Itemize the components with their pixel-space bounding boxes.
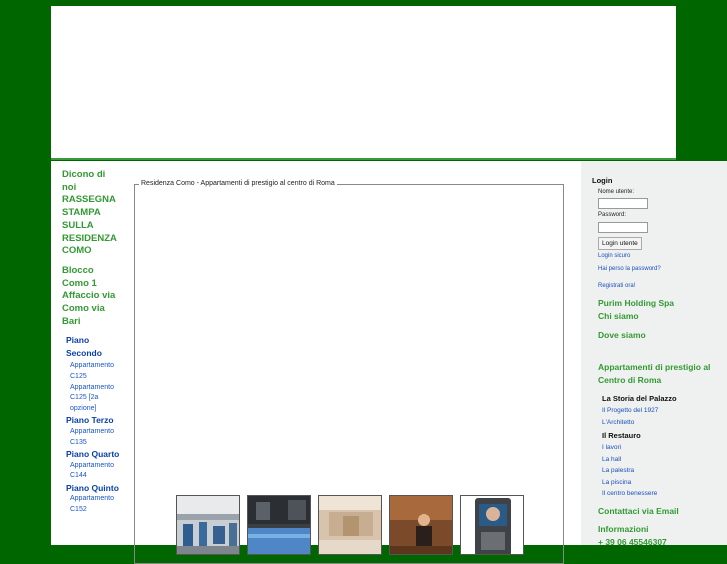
hall-photo	[319, 496, 381, 554]
nav-hall[interactable]: La hall	[602, 456, 621, 463]
nav-apt-c144[interactable]: Appartamento C144	[70, 461, 122, 482]
thumb-piscina[interactable]	[247, 495, 311, 555]
nav-appartamenti-prestigio[interactable]: Appartamenti di prestigio al Centro di R…	[598, 361, 718, 386]
history-title[interactable]: La Storia del Palazzo	[602, 394, 677, 403]
content-legend: Residenza Como - Appartamenti di prestig…	[139, 180, 337, 187]
nav-apt-c152[interactable]: Appartamento C152	[70, 494, 122, 515]
password-label: Password:	[598, 212, 627, 218]
nav-chi-siamo[interactable]: Chi siamo	[598, 310, 639, 323]
nav-architetto[interactable]: L'Architetto	[602, 419, 634, 426]
username-label: Nome utente:	[598, 189, 635, 195]
restoration-title[interactable]: Il Restauro	[602, 431, 641, 440]
register-link[interactable]: Registrati ora!	[598, 283, 635, 289]
nav-purim-holding[interactable]: Purim Holding Spa	[598, 297, 674, 310]
thumb-palestra[interactable]	[176, 495, 240, 555]
nav-piscina[interactable]: La piscina	[602, 479, 631, 486]
floor-list: Piano Secondo Appartamento C125 Appartam…	[62, 334, 122, 515]
spa-photo	[390, 496, 452, 554]
nav-rassegna-stampa[interactable]: RASSEGNA STAMPA SULLA RESIDENZA COMO	[62, 194, 122, 258]
nav-contatti-email[interactable]: Contattaci via Email	[598, 505, 679, 518]
nav-centro-benessere[interactable]: Il centro benessere	[602, 490, 657, 497]
nav-dove-siamo[interactable]: Dove siamo	[598, 329, 646, 342]
login-title: Login	[592, 176, 613, 185]
nav-informazioni[interactable]: Informazioni	[598, 523, 649, 536]
thumb-benessere[interactable]	[389, 495, 453, 555]
username-input[interactable]	[598, 198, 648, 209]
nav-piano-quinto[interactable]: Piano Quinto	[66, 482, 122, 495]
header-banner	[51, 6, 676, 158]
nav-piano-terzo[interactable]: Piano Terzo	[66, 414, 122, 427]
nav-lavori[interactable]: I lavori	[602, 444, 621, 451]
main-area: Dicono di noi RASSEGNA STAMPA SULLA RESI…	[51, 161, 727, 564]
password-input[interactable]	[598, 222, 648, 233]
intercom-photo	[461, 496, 523, 554]
gym-photo	[177, 496, 239, 554]
pool-photo	[248, 496, 310, 554]
right-panel: Login Nome utente: Password: Login utent…	[581, 161, 727, 547]
secure-login-link[interactable]: Login sicuro	[598, 253, 630, 259]
nav-piano-secondo[interactable]: Piano Secondo	[66, 334, 122, 359]
nav-dicono-di-noi[interactable]: Dicono di noi	[62, 169, 122, 194]
content-fieldset: Residenza Como - Appartamenti di prestig…	[134, 180, 564, 564]
nav-blocco-como[interactable]: Blocco Como 1 Affaccio via Como via Bari	[62, 265, 122, 329]
nav-palestra[interactable]: La palestra	[602, 467, 634, 474]
header-divider	[51, 158, 676, 160]
nav-piano-quarto[interactable]: Piano Quarto	[66, 448, 122, 461]
phone-number: + 39 06 45546307	[598, 537, 667, 547]
nav-apt-c125[interactable]: Appartamento C125	[70, 361, 122, 382]
nav-progetto-1927[interactable]: Il Progetto del 1927	[602, 407, 658, 414]
nav-apt-c125-2[interactable]: Appartamento C125 [2a opzione]	[70, 383, 122, 415]
thumb-intercom[interactable]	[460, 495, 524, 555]
thumb-hall[interactable]	[318, 495, 382, 555]
nav-apt-c135[interactable]: Appartamento C135	[70, 427, 122, 448]
login-button[interactable]: Login utente	[598, 237, 642, 250]
forgot-password-link[interactable]: Hai perso la password?	[598, 266, 661, 272]
left-nav: Dicono di noi RASSEGNA STAMPA SULLA RESI…	[62, 169, 122, 515]
